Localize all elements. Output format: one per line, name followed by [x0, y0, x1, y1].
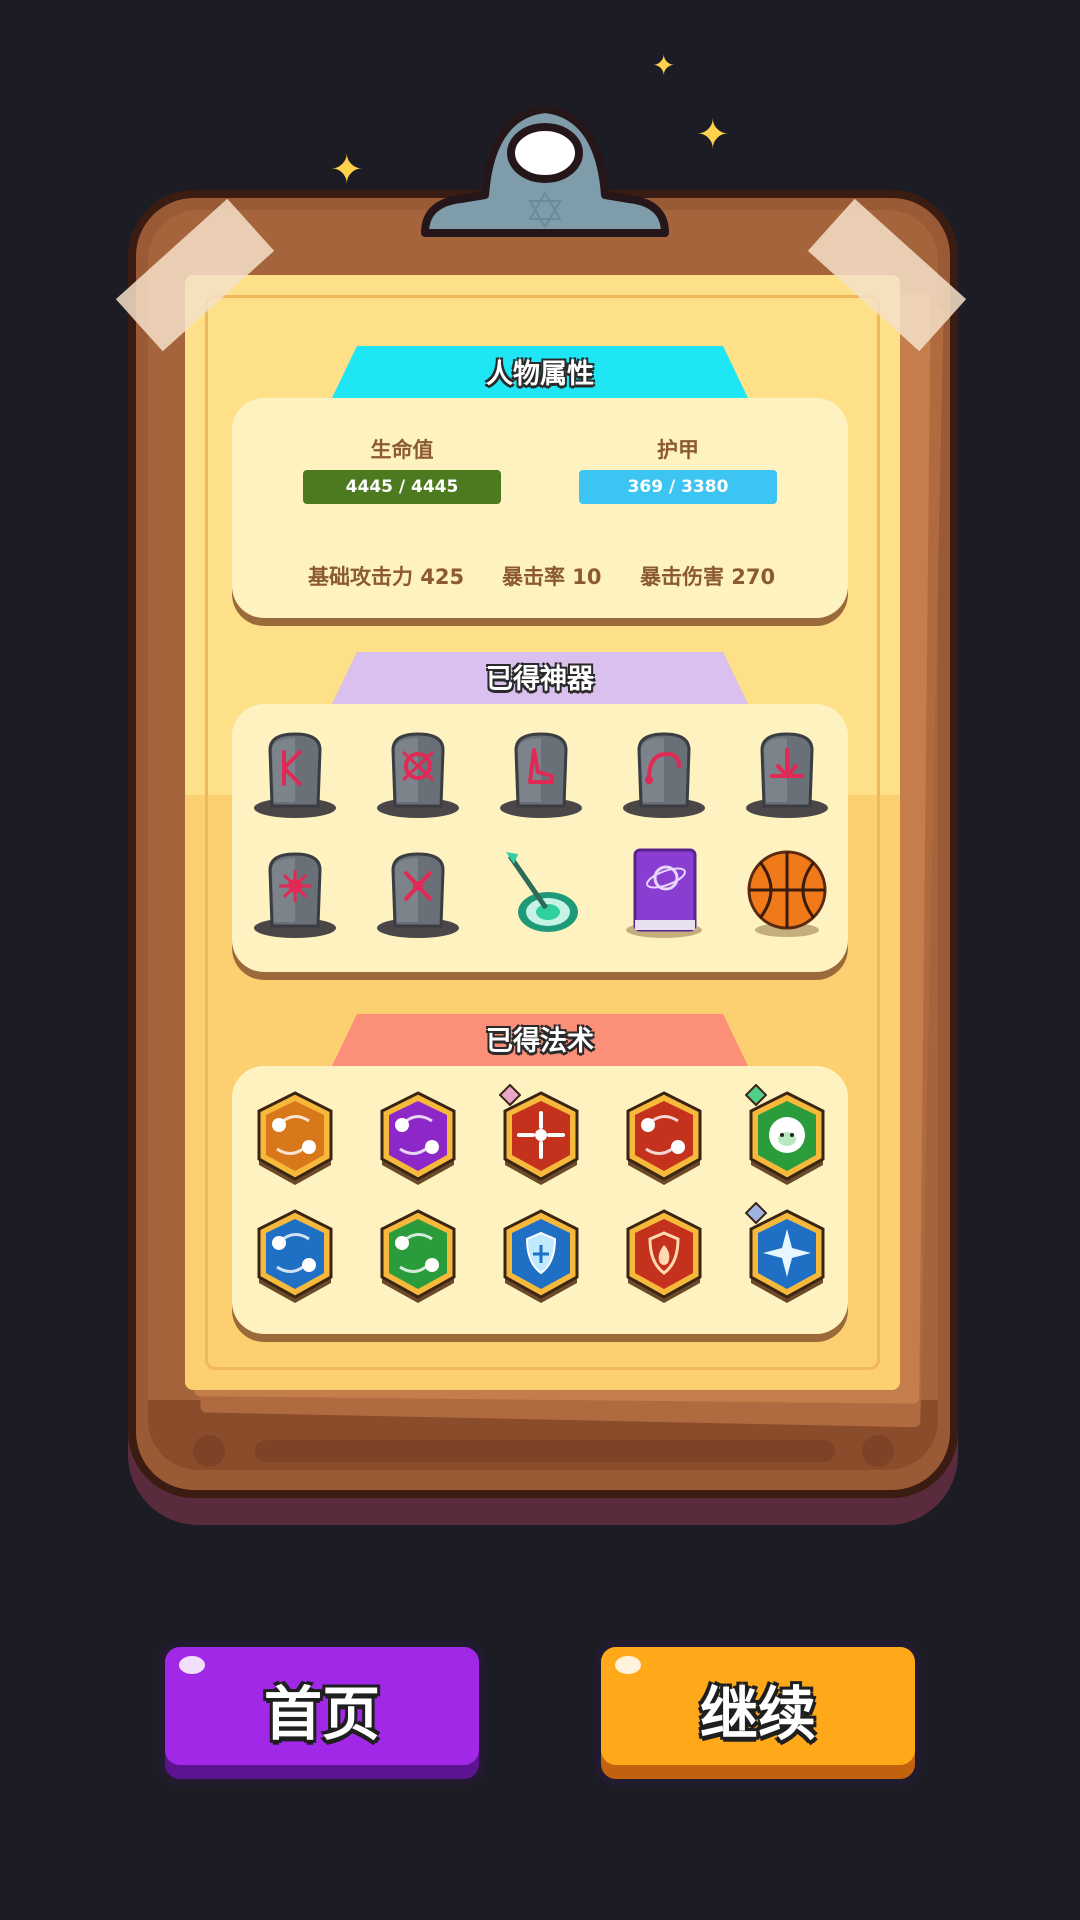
crossed-arrows-tombstone-icon	[373, 842, 463, 946]
fire-orbs-spell-icon	[620, 1085, 708, 1197]
section-title-spells: 已得法术	[486, 1026, 594, 1057]
artifact-slot[interactable]	[725, 834, 848, 954]
heart-rune-tombstone-icon	[742, 722, 832, 826]
home-button[interactable]: 首页	[158, 1640, 486, 1786]
upgrade-gem-icon	[744, 1201, 768, 1228]
clipboard-slot	[255, 1440, 835, 1462]
crit-damage-stat: 暴击伤害 270	[640, 565, 776, 589]
sparkle-icon: ✦	[330, 147, 364, 193]
artifact-slot[interactable]	[479, 834, 602, 954]
hp-bar: 4445 / 4445	[303, 470, 501, 504]
upgrade-gem-icon	[498, 1083, 522, 1110]
spell-slot[interactable]	[479, 1082, 602, 1200]
armor-bar: 369 / 3380	[579, 470, 777, 504]
armor-label: 护甲	[657, 438, 699, 462]
spells-panel	[232, 1066, 848, 1334]
continue-button-label: 继续	[699, 1680, 816, 1748]
section-title-artifacts: 已得神器	[486, 664, 594, 695]
hook-rune-tombstone-icon	[619, 722, 709, 826]
spell-slot[interactable]	[233, 1082, 356, 1200]
basketball-icon	[742, 842, 832, 946]
artifact-slot[interactable]	[233, 714, 356, 834]
rune-k-tombstone-icon	[250, 722, 340, 826]
artifact-slot[interactable]	[725, 714, 848, 834]
orbit-orbs-spell-icon	[251, 1085, 339, 1197]
spell-book-icon	[619, 842, 709, 946]
blue-orbs-spell-icon	[251, 1203, 339, 1315]
artifact-slot[interactable]	[356, 834, 479, 954]
upgrade-gem-icon	[744, 1083, 768, 1110]
spell-slot[interactable]	[479, 1200, 602, 1318]
continue-button[interactable]: 继续	[594, 1640, 922, 1786]
base-attack-stat: 基础攻击力 425	[308, 565, 465, 589]
spell-slot[interactable]	[725, 1082, 848, 1200]
spell-slot[interactable]	[602, 1082, 725, 1200]
armor-value: 369 / 3380	[627, 477, 729, 497]
spell-slot[interactable]	[233, 1200, 356, 1318]
attributes-panel: 生命值 4445 / 4445 护甲 369 / 3380 基础攻击力 425 …	[232, 398, 848, 618]
spell-slot[interactable]	[725, 1200, 848, 1318]
frost-shield-spell-icon	[497, 1203, 585, 1315]
hp-value: 4445 / 4445	[345, 477, 459, 497]
artifact-slot[interactable]	[356, 714, 479, 834]
hp-label: 生命值	[370, 438, 434, 462]
artifact-slot[interactable]	[233, 834, 356, 954]
crit-rate-stat: 暴击率 10	[502, 565, 602, 589]
spell-slot[interactable]	[356, 1082, 479, 1200]
screw-icon	[862, 1435, 894, 1467]
spell-slot[interactable]	[356, 1200, 479, 1318]
artifact-grid	[233, 714, 848, 954]
boot-rune-tombstone-icon	[496, 722, 586, 826]
screw-icon	[193, 1435, 225, 1467]
home-button-label: 首页	[263, 1680, 380, 1748]
section-title-attributes: 人物属性	[486, 359, 594, 390]
sun-rune-tombstone-icon	[250, 842, 340, 946]
artifact-slot[interactable]	[602, 714, 725, 834]
skull-rune-tombstone-icon	[373, 722, 463, 826]
artifact-slot[interactable]	[479, 714, 602, 834]
clipboard-clip-icon	[421, 105, 669, 237]
spell-slot[interactable]	[602, 1200, 725, 1318]
flame-shield-spell-icon	[620, 1203, 708, 1315]
dart-target-icon	[496, 842, 586, 946]
sparkle-icon: ✦	[696, 112, 730, 158]
artifact-slot[interactable]	[602, 834, 725, 954]
purple-orbs-spell-icon	[374, 1085, 462, 1197]
artifacts-panel[interactable]	[232, 704, 848, 972]
spell-grid	[233, 1082, 848, 1318]
sparkle-icon: ✦	[652, 49, 676, 82]
green-orbs-spell-icon	[374, 1203, 462, 1315]
